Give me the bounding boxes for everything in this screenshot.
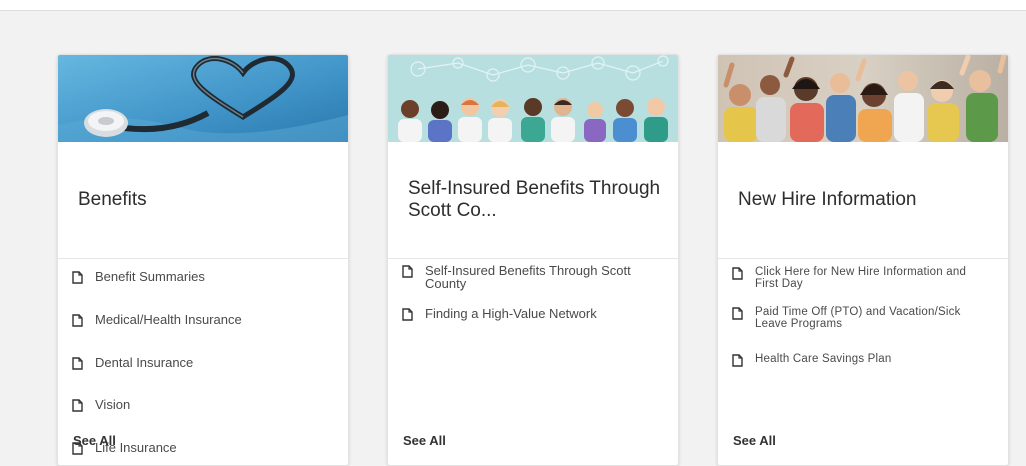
see-all-link[interactable]: See All	[733, 433, 776, 448]
link-text[interactable]: Click Here for New Hire Information and …	[755, 266, 975, 290]
link-text[interactable]: Finding a High-Value Network	[425, 307, 597, 320]
card-title-area: Benefits	[58, 142, 348, 259]
link-text[interactable]: Benefit Summaries	[95, 270, 205, 283]
card-benefits[interactable]: Benefits Benefit Summaries Medical/Healt…	[57, 54, 349, 466]
see-all-link[interactable]: See All	[73, 433, 116, 448]
card-image-self-insured[interactable]	[388, 55, 678, 142]
document-icon	[72, 357, 83, 370]
document-icon	[732, 267, 743, 280]
document-icon	[72, 399, 83, 412]
card-new-hire[interactable]: New Hire Information Click Here for New …	[717, 54, 1009, 466]
document-icon	[402, 265, 413, 278]
link-text[interactable]: Self-Insured Benefits Through Scott Coun…	[425, 264, 660, 290]
list-item[interactable]: Vision	[72, 398, 130, 412]
document-icon	[402, 308, 413, 321]
card-title-area: Self-Insured Benefits Through Scott Co..…	[388, 142, 678, 259]
stethoscope-heart-image	[58, 55, 348, 142]
document-icon	[732, 307, 743, 320]
card-title[interactable]: Self-Insured Benefits Through Scott Co..…	[388, 178, 678, 222]
list-item[interactable]: Dental Insurance	[72, 356, 193, 370]
see-all-link[interactable]: See All	[403, 433, 446, 448]
card-self-insured[interactable]: Self-Insured Benefits Through Scott Co..…	[387, 54, 679, 466]
list-item[interactable]: Click Here for New Hire Information and …	[732, 266, 975, 290]
link-text[interactable]: Vision	[95, 398, 130, 411]
top-bar	[0, 0, 1026, 11]
list-item[interactable]: Self-Insured Benefits Through Scott Coun…	[402, 264, 660, 290]
link-text[interactable]: Paid Time Off (PTO) and Vacation/Sick Le…	[755, 306, 985, 330]
list-item[interactable]: Finding a High-Value Network	[402, 307, 597, 321]
list-item[interactable]: Health Care Savings Plan	[732, 353, 891, 367]
card-title[interactable]: Benefits	[58, 189, 163, 211]
link-text[interactable]: Health Care Savings Plan	[755, 353, 891, 365]
document-icon	[72, 314, 83, 327]
document-icon	[732, 354, 743, 367]
medical-staff-illustration	[388, 55, 678, 142]
link-text[interactable]: Medical/Health Insurance	[95, 313, 242, 326]
link-text[interactable]: Dental Insurance	[95, 356, 193, 369]
list-item[interactable]: Benefit Summaries	[72, 270, 205, 284]
document-icon	[72, 271, 83, 284]
card-image-new-hire[interactable]	[718, 55, 1008, 142]
list-item[interactable]: Paid Time Off (PTO) and Vacation/Sick Le…	[732, 306, 985, 330]
card-image-benefits[interactable]	[58, 55, 348, 142]
cheering-people-photo	[718, 55, 1008, 142]
card-title[interactable]: New Hire Information	[718, 189, 932, 211]
card-title-area: New Hire Information	[718, 142, 1008, 259]
list-item[interactable]: Medical/Health Insurance	[72, 313, 242, 327]
